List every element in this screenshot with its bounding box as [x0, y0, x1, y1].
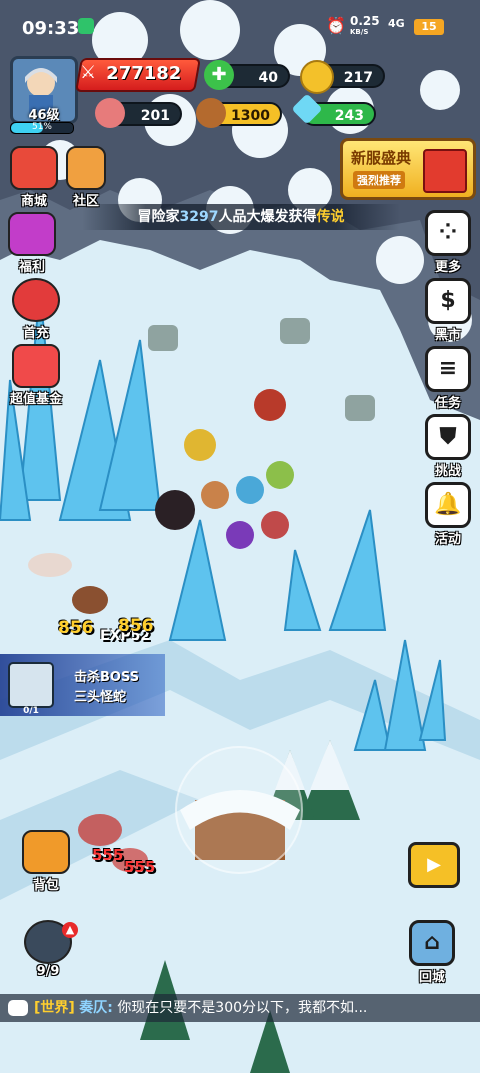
player-avatar[interactable]: 46级 [10, 56, 78, 124]
boss-quest-panel[interactable]: 0/1 击杀BOSS 三头怪蛇 [0, 654, 165, 716]
castle-icon: ⌂ [409, 920, 455, 966]
more-label: 更多 [434, 260, 461, 275]
combat-power-value: 277182 [106, 63, 182, 84]
list-icon: ≡ [425, 346, 471, 392]
status-bar: 09:33 ⏰ 0.25 KB/S 4G 15 [0, 0, 480, 54]
shop-label: 商城 [20, 194, 47, 209]
chat-bubble-icon [8, 1000, 28, 1016]
shield-icon: ⛊ [425, 414, 471, 460]
quest-target: 三头怪蛇 [74, 690, 127, 705]
green-plus-icon: ✚ [204, 60, 234, 90]
events-label: 活动 [434, 532, 461, 547]
welfare-label: 福利 [18, 260, 45, 275]
announcement-ticker: 冒险家3297人品大爆发获得传说 [82, 204, 400, 230]
network-speed: 0.25 KB/S [350, 14, 380, 36]
value-fund-button[interactable]: 超值基金 [4, 344, 68, 407]
ticker-text: 人品大爆发获得 [218, 209, 317, 225]
chat-sender: 奏仄: [79, 1000, 113, 1016]
swords-icon: ⚔ [80, 62, 97, 83]
black-market-button[interactable]: $ 黑市 [420, 278, 476, 343]
hero-icon [12, 278, 60, 322]
damage-number: 856 [118, 616, 154, 636]
damage-number: 555 [92, 846, 124, 864]
events-button[interactable]: 🔔 活动 [420, 482, 476, 547]
play-icon: ▶ [427, 854, 441, 875]
return-city-label: 回城 [418, 970, 445, 985]
backpack-icon [22, 830, 70, 874]
community-label: 社区 [72, 194, 99, 209]
signal-icon: 4G [388, 17, 405, 30]
shop-icon [10, 146, 58, 190]
hero-count: 9/9 [36, 964, 60, 979]
community-button[interactable]: 社区 [54, 146, 118, 209]
clock: 09:33 [22, 18, 80, 39]
video-reward-button[interactable]: ▶ [408, 842, 460, 888]
virtual-joystick[interactable] [175, 746, 303, 874]
dice-icon: ⁘ [425, 210, 471, 256]
return-city-button[interactable]: ⌂ 回城 [404, 920, 460, 985]
tasks-label: 任务 [434, 396, 461, 411]
bag-button[interactable]: 背包 [14, 830, 78, 893]
xp-percent: 51% [31, 122, 52, 132]
wood-log-icon [196, 98, 226, 128]
gift-icon [8, 212, 56, 256]
bag-label: 背包 [32, 878, 59, 893]
bell-icon: 🔔 [425, 482, 471, 528]
three-headed-snake-icon [8, 662, 54, 708]
player-level: 46级 [28, 108, 60, 123]
gift-box-icon [423, 149, 467, 193]
ticker-highlight: 传说 [316, 209, 345, 225]
promo-title: 新服盛典 [351, 149, 412, 167]
fund-icon [12, 344, 60, 388]
chat-message: 你现在只要不是300分以下，我都不如... [117, 1000, 368, 1016]
chat-channel: [世界] [34, 1000, 75, 1016]
ticker-prefix: 冒险家 [137, 209, 180, 225]
alarm-icon: ⏰ [326, 16, 346, 35]
quest-objective: 击杀BOSS [74, 670, 140, 685]
first-recharge-label: 首充 [22, 326, 49, 341]
damage-number: 856 [58, 618, 94, 638]
gold-coin-icon [300, 60, 334, 94]
more-button[interactable]: ⁘ 更多 [420, 210, 476, 275]
promo-subtitle: 强烈推荐 [353, 171, 405, 189]
challenge-button[interactable]: ⛊ 挑战 [420, 414, 476, 479]
xp-bar: 51% [10, 122, 74, 134]
new-server-event-banner[interactable]: 新服盛典 强烈推荐 [340, 138, 476, 200]
upgrade-arrow-icon: ▲ [62, 922, 78, 938]
first-recharge-button[interactable]: 首充 [4, 278, 68, 341]
moneybag-icon: $ [425, 278, 471, 324]
damage-number: 555 [124, 858, 156, 876]
tasks-button[interactable]: ≡ 任务 [420, 346, 476, 411]
app-notification-icon [78, 18, 94, 34]
world-chat-bar[interactable]: [世界] 奏仄: 你现在只要不是300分以下，我都不如... [0, 994, 480, 1022]
house-icon [66, 146, 106, 190]
ticker-player-name: 3297 [179, 209, 219, 225]
battery-icon: 15 [414, 19, 444, 35]
quest-progress: 0/1 [23, 706, 39, 716]
black-market-label: 黑市 [434, 328, 461, 343]
welfare-button[interactable]: 福利 [0, 212, 64, 275]
value-fund-label: 超值基金 [9, 392, 62, 407]
meat-icon [95, 98, 125, 128]
challenge-label: 挑战 [434, 464, 461, 479]
